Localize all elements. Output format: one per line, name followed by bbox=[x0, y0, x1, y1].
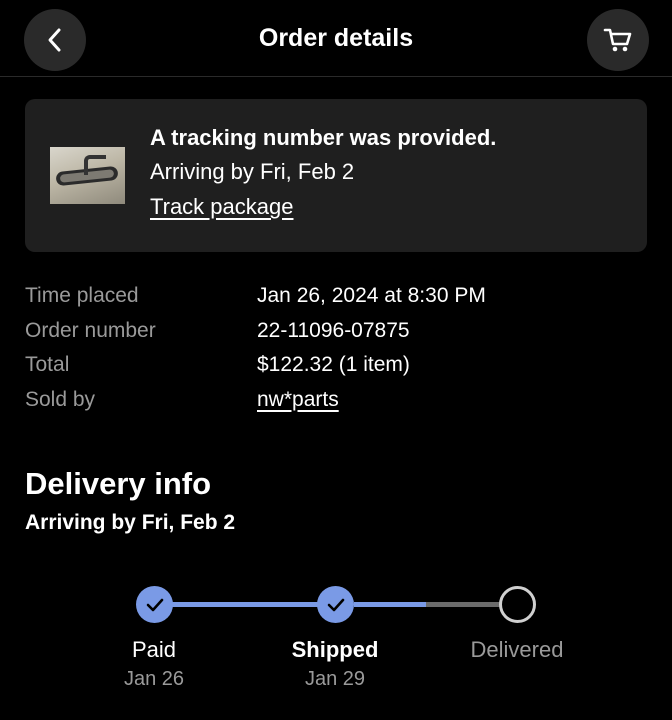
tracking-heading: A tracking number was provided. bbox=[150, 125, 497, 150]
step-paid-check-icon bbox=[136, 586, 173, 623]
step-shipped-check-icon bbox=[317, 586, 354, 623]
progress-segment-paid-shipped bbox=[172, 602, 320, 607]
sold-by-label: Sold by bbox=[25, 387, 96, 411]
progress-segment-shipped-delivered-pending bbox=[426, 602, 500, 607]
track-package-link[interactable]: Track package bbox=[150, 194, 293, 220]
total-value: $122.32 (1 item) bbox=[257, 353, 410, 376]
app-header: Order details bbox=[0, 0, 672, 77]
sold-by-row: Sold by nw*parts bbox=[25, 388, 645, 423]
progress-segment-shipped-delivered-done bbox=[354, 602, 426, 607]
step-paid-date: Jan 26 bbox=[123, 668, 185, 690]
order-details-list: Time placed Jan 26, 2024 at 8:30 PM Orde… bbox=[25, 284, 645, 422]
delivery-arrival: Arriving by Fri, Feb 2 bbox=[25, 511, 236, 534]
step-paid-label: Paid bbox=[131, 637, 177, 662]
time-placed-label: Time placed bbox=[25, 284, 139, 307]
page-title: Order details bbox=[258, 24, 414, 52]
time-placed-row: Time placed Jan 26, 2024 at 8:30 PM bbox=[25, 284, 645, 319]
order-number-value: 22-11096-07875 bbox=[257, 318, 410, 342]
time-placed-value: Jan 26, 2024 at 8:30 PM bbox=[257, 284, 486, 307]
shopping-cart-icon bbox=[603, 28, 632, 52]
step-shipped-label: Shipped bbox=[291, 637, 379, 662]
tracking-arrival: Arriving by Fri, Feb 2 bbox=[150, 159, 355, 184]
step-delivered-circle-icon bbox=[499, 586, 536, 623]
item-thumbnail[interactable] bbox=[50, 147, 125, 204]
order-number-row: Order number 22-11096-07875 bbox=[25, 319, 645, 354]
order-number-label: Order number bbox=[25, 318, 156, 342]
step-delivered-label: Delivered bbox=[470, 637, 564, 662]
total-row: Total $122.32 (1 item) bbox=[25, 353, 645, 388]
seller-link[interactable]: nw*parts bbox=[257, 388, 339, 412]
delivery-info-title: Delivery info bbox=[25, 466, 212, 501]
tracking-card[interactable]: A tracking number was provided. Arriving… bbox=[25, 99, 647, 252]
step-shipped-date: Jan 29 bbox=[304, 668, 366, 690]
delivery-progress-tracker: Paid Jan 26 Shipped Jan 29 Delivered bbox=[0, 584, 672, 694]
total-label: Total bbox=[25, 353, 70, 376]
cart-button[interactable] bbox=[587, 9, 649, 71]
